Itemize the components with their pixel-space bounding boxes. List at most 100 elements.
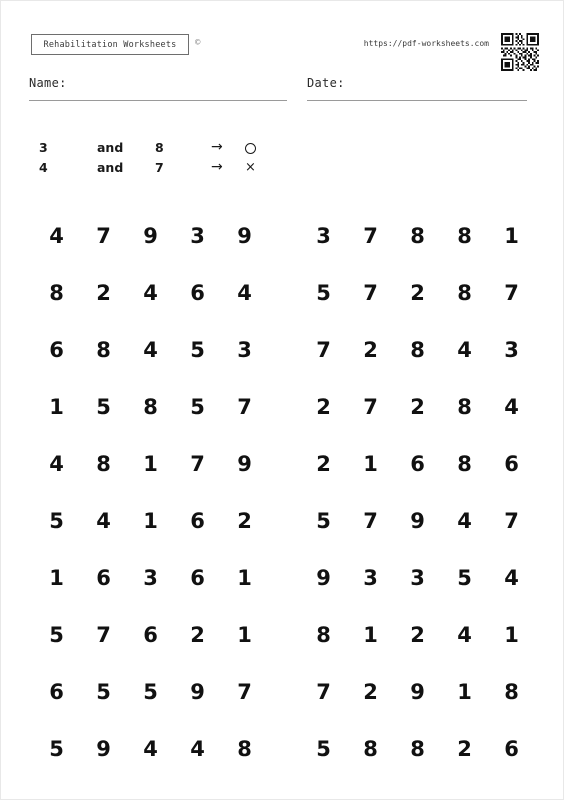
date-write-line[interactable] xyxy=(307,100,527,101)
number-cell[interactable]: 4 xyxy=(441,625,488,646)
number-cell[interactable]: 5 xyxy=(33,625,80,646)
number-cell[interactable]: 4 xyxy=(127,340,174,361)
number-cell[interactable]: 7 xyxy=(174,454,221,475)
number-cell[interactable]: 8 xyxy=(127,397,174,418)
number-cell[interactable]: 7 xyxy=(347,397,394,418)
number-cell[interactable]: 7 xyxy=(221,682,268,703)
number-cell[interactable]: 8 xyxy=(488,682,535,703)
number-cell[interactable]: 1 xyxy=(221,568,268,589)
number-cell[interactable]: 7 xyxy=(221,397,268,418)
number-cell[interactable]: 5 xyxy=(174,340,221,361)
number-cell[interactable]: 2 xyxy=(300,454,347,475)
number-cell[interactable]: 7 xyxy=(488,511,535,532)
number-cell[interactable]: 3 xyxy=(488,340,535,361)
number-cell[interactable]: 8 xyxy=(394,226,441,247)
number-cell[interactable]: 9 xyxy=(394,511,441,532)
number-cell[interactable]: 9 xyxy=(300,568,347,589)
number-cell[interactable]: 7 xyxy=(488,283,535,304)
number-cell[interactable]: 9 xyxy=(394,682,441,703)
number-cell[interactable]: 1 xyxy=(347,454,394,475)
number-cell[interactable]: 7 xyxy=(300,340,347,361)
number-cell[interactable]: 5 xyxy=(300,283,347,304)
number-cell[interactable]: 2 xyxy=(80,283,127,304)
number-cell[interactable]: 8 xyxy=(347,739,394,760)
number-cell[interactable]: 9 xyxy=(221,454,268,475)
number-cell[interactable]: 9 xyxy=(221,226,268,247)
number-cell[interactable]: 9 xyxy=(174,682,221,703)
number-cell[interactable]: 2 xyxy=(347,682,394,703)
number-cell[interactable]: 4 xyxy=(221,283,268,304)
number-cell[interactable]: 5 xyxy=(80,397,127,418)
number-cell[interactable]: 4 xyxy=(80,511,127,532)
number-cell[interactable]: 2 xyxy=(394,625,441,646)
number-cell[interactable]: 6 xyxy=(127,625,174,646)
number-cell[interactable]: 4 xyxy=(174,739,221,760)
number-cell[interactable]: 6 xyxy=(174,511,221,532)
number-cell[interactable]: 2 xyxy=(394,397,441,418)
number-cell[interactable]: 6 xyxy=(33,340,80,361)
number-cell[interactable]: 4 xyxy=(441,511,488,532)
number-cell[interactable]: 4 xyxy=(488,397,535,418)
number-cell[interactable]: 6 xyxy=(488,739,535,760)
number-cell[interactable]: 5 xyxy=(300,739,347,760)
number-cell[interactable]: 8 xyxy=(441,454,488,475)
number-cell[interactable]: 2 xyxy=(221,511,268,532)
number-cell[interactable]: 7 xyxy=(347,511,394,532)
number-cell[interactable]: 8 xyxy=(80,340,127,361)
number-cell[interactable]: 5 xyxy=(300,511,347,532)
number-cell[interactable]: 8 xyxy=(300,625,347,646)
number-cell[interactable]: 5 xyxy=(33,511,80,532)
number-cell[interactable]: 7 xyxy=(300,682,347,703)
number-cell[interactable]: 4 xyxy=(33,226,80,247)
number-cell[interactable]: 3 xyxy=(127,568,174,589)
number-cell[interactable]: 6 xyxy=(174,568,221,589)
number-cell[interactable]: 3 xyxy=(174,226,221,247)
number-cell[interactable]: 4 xyxy=(127,739,174,760)
number-cell[interactable]: 8 xyxy=(80,454,127,475)
number-cell[interactable]: 1 xyxy=(221,625,268,646)
number-cell[interactable]: 9 xyxy=(127,226,174,247)
date-field[interactable]: Date: xyxy=(307,73,527,101)
number-cell[interactable]: 1 xyxy=(441,682,488,703)
number-cell[interactable]: 5 xyxy=(127,682,174,703)
number-cell[interactable]: 3 xyxy=(347,568,394,589)
number-cell[interactable]: 8 xyxy=(441,226,488,247)
number-cell[interactable]: 5 xyxy=(80,682,127,703)
number-cell[interactable]: 1 xyxy=(127,511,174,532)
number-cell[interactable]: 6 xyxy=(394,454,441,475)
number-cell[interactable]: 8 xyxy=(441,397,488,418)
number-cell[interactable]: 1 xyxy=(33,568,80,589)
number-cell[interactable]: 5 xyxy=(174,397,221,418)
name-field[interactable]: Name: xyxy=(29,73,287,101)
number-cell[interactable]: 2 xyxy=(394,283,441,304)
number-cell[interactable]: 1 xyxy=(488,625,535,646)
number-cell[interactable]: 2 xyxy=(347,340,394,361)
number-cell[interactable]: 8 xyxy=(441,283,488,304)
number-cell[interactable]: 3 xyxy=(394,568,441,589)
number-cell[interactable]: 8 xyxy=(221,739,268,760)
number-cell[interactable]: 7 xyxy=(347,283,394,304)
number-cell[interactable]: 2 xyxy=(174,625,221,646)
number-cell[interactable]: 6 xyxy=(174,283,221,304)
number-cell[interactable]: 2 xyxy=(300,397,347,418)
number-cell[interactable]: 6 xyxy=(488,454,535,475)
number-cell[interactable]: 4 xyxy=(441,340,488,361)
number-cell[interactable]: 7 xyxy=(80,226,127,247)
number-cell[interactable]: 8 xyxy=(394,340,441,361)
number-cell[interactable]: 6 xyxy=(33,682,80,703)
number-cell[interactable]: 1 xyxy=(127,454,174,475)
number-cell[interactable]: 1 xyxy=(33,397,80,418)
number-cell[interactable]: 2 xyxy=(441,739,488,760)
number-cell[interactable]: 8 xyxy=(394,739,441,760)
number-cell[interactable]: 9 xyxy=(80,739,127,760)
number-cell[interactable]: 1 xyxy=(488,226,535,247)
number-cell[interactable]: 3 xyxy=(221,340,268,361)
number-cell[interactable]: 7 xyxy=(80,625,127,646)
number-cell[interactable]: 8 xyxy=(33,283,80,304)
number-cell[interactable]: 4 xyxy=(33,454,80,475)
name-write-line[interactable] xyxy=(29,100,287,101)
number-cell[interactable]: 5 xyxy=(441,568,488,589)
number-cell[interactable]: 6 xyxy=(80,568,127,589)
number-cell[interactable]: 4 xyxy=(127,283,174,304)
number-cell[interactable]: 4 xyxy=(488,568,535,589)
